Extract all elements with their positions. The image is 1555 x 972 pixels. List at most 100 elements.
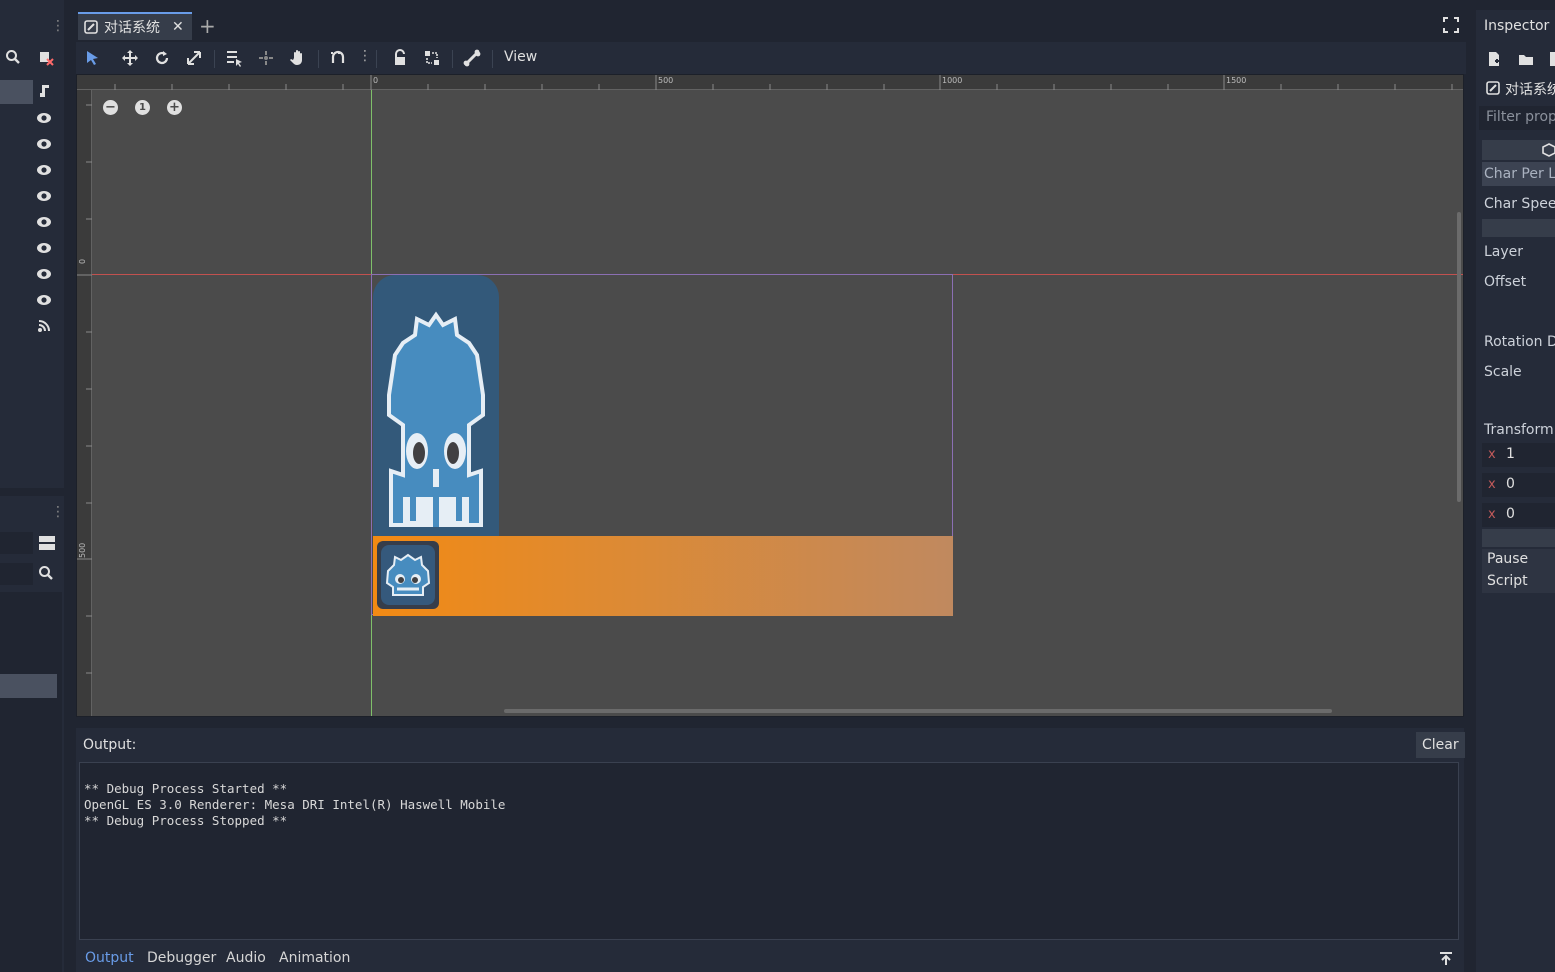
category-header[interactable] [1482,140,1555,160]
filter-placeholder: Filter prope [1486,109,1555,125]
clear-button[interactable]: Clear [1416,732,1465,758]
bone-icon[interactable] [462,48,482,68]
subsection-header[interactable] [1482,219,1555,237]
pan-mode-icon[interactable] [288,48,308,68]
signal-icon[interactable] [36,318,54,336]
visibility-eye-icon[interactable] [36,240,54,258]
prop-label: Scale [1484,364,1522,380]
transform-value: 1 [1506,446,1515,462]
prop-label: Char Per Li [1484,166,1555,182]
scene-dock: ⋮ [0,0,65,488]
transform-field[interactable]: x 1 [1482,443,1555,467]
transform-field[interactable]: x 0 [1482,473,1555,497]
ruler-label: 500 [78,542,87,558]
dialog-box[interactable] [373,536,953,616]
visibility-eye-icon[interactable] [36,110,54,128]
visibility-eye-icon[interactable] [36,188,54,206]
script-icon[interactable] [37,83,53,99]
character-portrait[interactable] [373,275,499,537]
section-pause[interactable]: Pause [1487,551,1528,567]
snap-toggle-icon[interactable] [328,48,348,68]
canvas-toolbar: ⋮ View [76,42,1466,74]
path-field[interactable] [0,532,33,554]
edit-scene-icon [84,20,98,34]
ruler-vertical: 0 500 [77,90,92,716]
group-icon[interactable] [422,48,442,68]
inspector-dock: Inspector 对话系统 Filter prope Char Per Li … [1476,10,1555,972]
dialog-avatar [377,541,439,609]
filesystem-dock: ⋮ [0,496,65,972]
edit-scene-icon [1486,81,1500,95]
visibility-eye-icon[interactable] [36,214,54,232]
selected-node-row[interactable] [0,80,33,104]
horizontal-scrollbar[interactable] [504,709,1332,713]
new-resource-icon[interactable] [1486,51,1502,67]
ruler-label: 0 [373,76,379,85]
transform-value: 0 [1506,476,1515,492]
save-resource-icon[interactable] [1549,51,1555,67]
view-menu[interactable]: View [504,49,537,65]
inspector-title[interactable]: Inspector [1484,18,1549,34]
select-mode-icon[interactable] [82,48,102,68]
selected-file-row[interactable] [0,674,57,698]
zoom-reset-button[interactable]: 1 [135,100,150,115]
log-line: OpenGL ES 3.0 Renderer: Mesa DRI Intel(R… [84,797,506,812]
ruler-label: 500 [658,76,674,85]
load-resource-icon[interactable] [1518,51,1534,67]
tab-output[interactable]: Output [85,950,134,966]
prop-label: Offset [1484,274,1527,290]
output-log[interactable]: ** Debug Process Started ** OpenGL ES 3.0… [79,762,1459,940]
move-mode-icon[interactable] [120,48,140,68]
filesystem-filter-input[interactable] [0,563,33,585]
node-class-icon [1542,143,1555,157]
transform-field[interactable]: x 0 [1482,503,1555,527]
pivot-mode-icon[interactable] [256,48,276,68]
ruler-label: 0 [78,258,87,264]
output-panel: Output: Clear ** Debug Process Started *… [76,728,1465,972]
prop-label: Char Speed [1484,196,1555,212]
tab-debugger[interactable]: Debugger [147,950,216,966]
add-scene-tab-button[interactable]: + [199,14,216,38]
search-icon[interactable] [38,565,54,581]
distraction-free-icon[interactable] [1443,17,1459,33]
script-remove-icon[interactable] [37,49,55,67]
section-header[interactable] [1482,529,1555,547]
tab-audio[interactable]: Audio [226,950,266,966]
log-line: ** Debug Process Stopped ** [84,813,288,828]
visibility-eye-icon[interactable] [36,136,54,154]
expand-panel-icon[interactable] [1438,951,1454,967]
visibility-eye-icon[interactable] [36,266,54,284]
list-select-icon[interactable] [224,48,244,68]
ruler-label: 1000 [942,76,963,85]
file-tree[interactable] [0,592,62,972]
visibility-eye-icon[interactable] [36,292,54,310]
zoom-in-button[interactable]: + [167,100,182,115]
snap-options-icon[interactable]: ⋮ [358,48,372,68]
visibility-eye-icon[interactable] [36,162,54,180]
scene-tab[interactable]: 对话系统 ✕ [78,12,192,40]
scale-mode-icon[interactable] [184,48,204,68]
dock-menu-icon[interactable]: ⋮ [51,18,65,34]
axis-label: x [1488,507,1496,522]
vertical-scrollbar[interactable] [1457,212,1461,502]
section-script[interactable]: Script [1487,573,1528,589]
search-icon[interactable] [5,49,23,67]
log-line: ** Debug Process Started ** [84,781,288,796]
lock-icon[interactable] [390,48,410,68]
node-name[interactable]: 对话系统 [1505,79,1555,99]
dock-menu-icon[interactable]: ⋮ [51,504,65,520]
tab-animation[interactable]: Animation [279,950,350,966]
property-filter-input[interactable]: Filter prope [1479,106,1555,130]
axis-label: x [1488,447,1496,462]
close-icon[interactable]: ✕ [172,19,184,35]
zoom-out-button[interactable]: − [103,100,118,115]
prop-label: Transform [1484,422,1554,438]
prop-label: Rotation D [1484,334,1555,350]
ruler-label: 1500 [1226,76,1247,85]
scene-tab-title: 对话系统 [104,20,160,36]
rotate-mode-icon[interactable] [152,48,172,68]
output-label: Output: [83,737,137,753]
node-sections: Pause Script [1482,549,1555,593]
split-view-icon[interactable] [38,534,56,552]
canvas-viewport[interactable]: 0 500 1000 1500 0 500 − 1 + [76,74,1464,717]
